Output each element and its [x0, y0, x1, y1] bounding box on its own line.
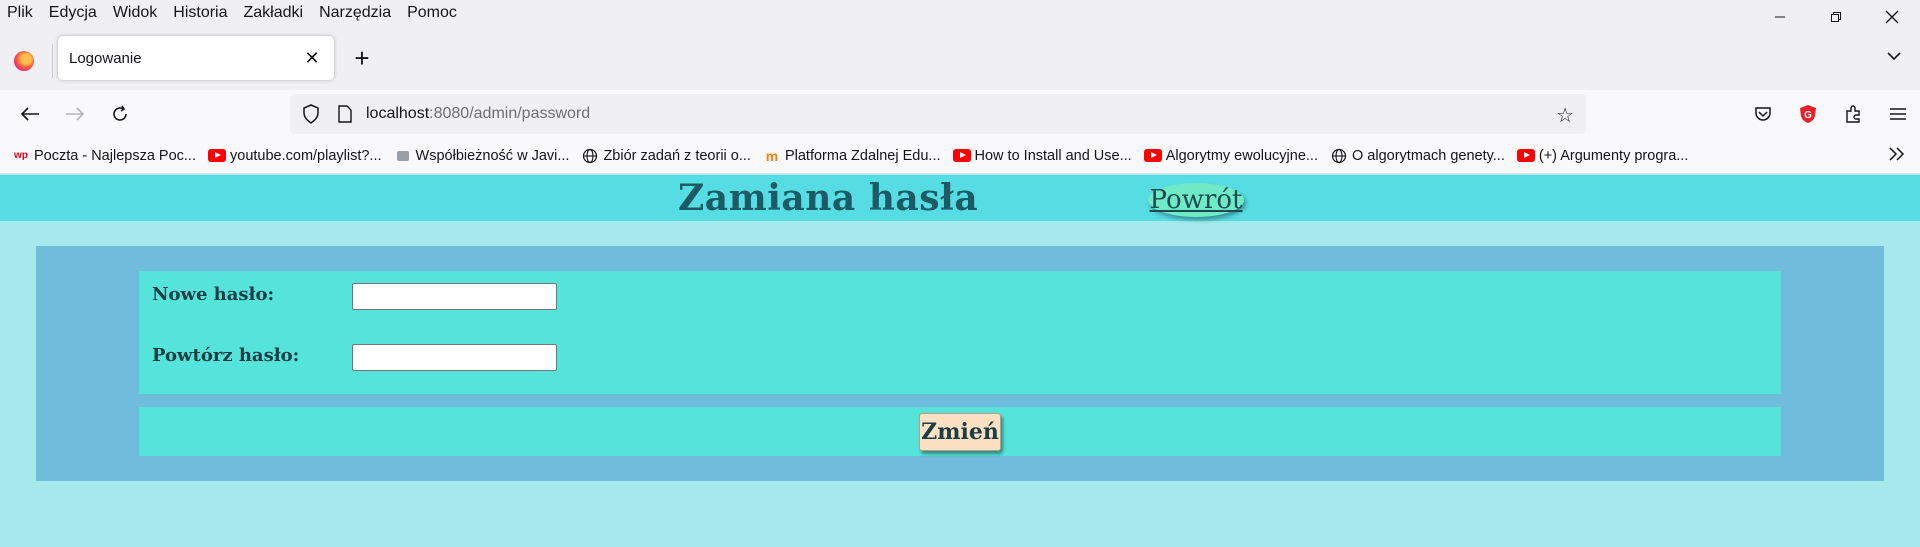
- button-panel: Zmień: [139, 407, 1781, 456]
- bookmark-label: Algorytmy ewolucyjne...: [1165, 147, 1318, 164]
- page-icon[interactable]: [334, 103, 356, 125]
- hamburger-menu-icon[interactable]: [1875, 90, 1920, 138]
- bookmark-label: Współbieżność w Javi...: [415, 147, 570, 164]
- bookmark-label: youtube.com/playlist?...: [230, 147, 382, 164]
- new-password-label: Nowe hasło:: [152, 284, 275, 305]
- bookmark-item[interactable]: wp Poczta - Najlepsza Poc...: [8, 142, 200, 170]
- menu-bar: Plik Edycja Widok Historia Zakładki Narz…: [0, 0, 1920, 26]
- repeat-password-label: Powtórz hasło:: [152, 345, 300, 366]
- wp-icon: wp: [14, 150, 28, 161]
- moodle-icon: m: [765, 147, 779, 164]
- tab-divider: [52, 44, 53, 78]
- url-path: :8080/admin/password: [429, 105, 591, 122]
- new-tab-icon[interactable]: +: [348, 45, 376, 74]
- password-form: Nowe hasło: Powtórz hasło: Zmień: [36, 246, 1884, 481]
- bookmark-label: How to Install and Use...: [974, 147, 1132, 164]
- globe-icon: [581, 148, 599, 163]
- menu-bookmarks[interactable]: Zakładki: [244, 4, 304, 22]
- url-bar[interactable]: localhost:8080/admin/password ☆: [290, 94, 1586, 134]
- bookmarks-toolbar: wp Poczta - Najlepsza Poc... youtube.com…: [0, 138, 1920, 174]
- tab-close-icon[interactable]: ✕: [298, 44, 326, 72]
- menu-file[interactable]: Plik: [7, 4, 33, 22]
- bookmark-item[interactable]: O algorytmach genety...: [1326, 142, 1509, 170]
- url-text: localhost:8080/admin/password: [366, 105, 590, 123]
- page-header: Zamiana hasła Powrót: [0, 175, 1920, 221]
- bookmark-item[interactable]: (+) Argumenty progra...: [1513, 142, 1693, 170]
- bookmark-item[interactable]: m Platforma Zdalnej Edu...: [759, 142, 945, 170]
- tab-title: Logowanie: [69, 49, 142, 67]
- youtube-icon: [1143, 149, 1162, 163]
- tab-logowanie[interactable]: Logowanie ✕: [58, 36, 334, 80]
- bookmark-item[interactable]: Zbiór zadań z teorii o...: [577, 142, 755, 170]
- fields-panel: Nowe hasło: Powtórz hasło:: [139, 271, 1781, 394]
- site-icon: [394, 149, 412, 163]
- chevron-down-icon[interactable]: [1886, 48, 1902, 66]
- bookmark-star-icon[interactable]: ☆: [1556, 103, 1574, 128]
- reload-icon[interactable]: [106, 100, 134, 128]
- menu-tools[interactable]: Narzędzia: [319, 4, 391, 22]
- forward-arrow-icon[interactable]: [61, 100, 89, 128]
- bookmark-label: Platforma Zdalnej Edu...: [784, 147, 941, 164]
- globe-icon: [1330, 148, 1348, 163]
- bookmark-label: Zbiór zadań z teorii o...: [603, 147, 751, 164]
- tab-bar: Logowanie ✕ +: [0, 26, 1920, 90]
- new-password-input[interactable]: [352, 283, 557, 310]
- svg-text:G: G: [1804, 110, 1812, 121]
- menu-view[interactable]: Widok: [113, 4, 157, 22]
- bookmark-label: (+) Argumenty progra...: [1538, 147, 1689, 164]
- back-link[interactable]: Powrót: [1148, 183, 1244, 217]
- firefox-icon[interactable]: [14, 51, 34, 71]
- youtube-icon: [1516, 149, 1535, 163]
- bookmark-item[interactable]: How to Install and Use...: [949, 142, 1136, 170]
- bookmark-item[interactable]: Algorytmy ewolucyjne...: [1140, 142, 1322, 170]
- pocket-icon[interactable]: [1740, 90, 1785, 138]
- chevron-double-right-icon[interactable]: [1888, 144, 1906, 167]
- menu-history[interactable]: Historia: [173, 4, 227, 22]
- youtube-icon: [208, 149, 226, 163]
- repeat-password-input[interactable]: [352, 344, 557, 371]
- shield-icon[interactable]: [300, 103, 322, 125]
- url-host: localhost: [366, 105, 430, 122]
- menu-edit[interactable]: Edycja: [49, 4, 97, 22]
- page-title: Zamiana hasła: [678, 177, 979, 219]
- bookmark-label: O algorytmach genety...: [1352, 147, 1505, 164]
- bookmark-label: Poczta - Najlepsza Poc...: [34, 147, 196, 164]
- extensions-icon[interactable]: [1830, 90, 1875, 138]
- antivirus-extension-icon[interactable]: G: [1785, 90, 1830, 138]
- menu-help[interactable]: Pomoc: [407, 4, 457, 22]
- nav-bar: localhost:8080/admin/password ☆ G: [0, 90, 1920, 138]
- toolbar-right: G: [1740, 90, 1920, 138]
- bookmark-item[interactable]: youtube.com/playlist?...: [204, 142, 386, 170]
- change-password-button[interactable]: Zmień: [919, 413, 1001, 451]
- back-arrow-icon[interactable]: [16, 100, 44, 128]
- bookmark-item[interactable]: Współbieżność w Javi...: [390, 142, 574, 170]
- youtube-icon: [952, 149, 971, 163]
